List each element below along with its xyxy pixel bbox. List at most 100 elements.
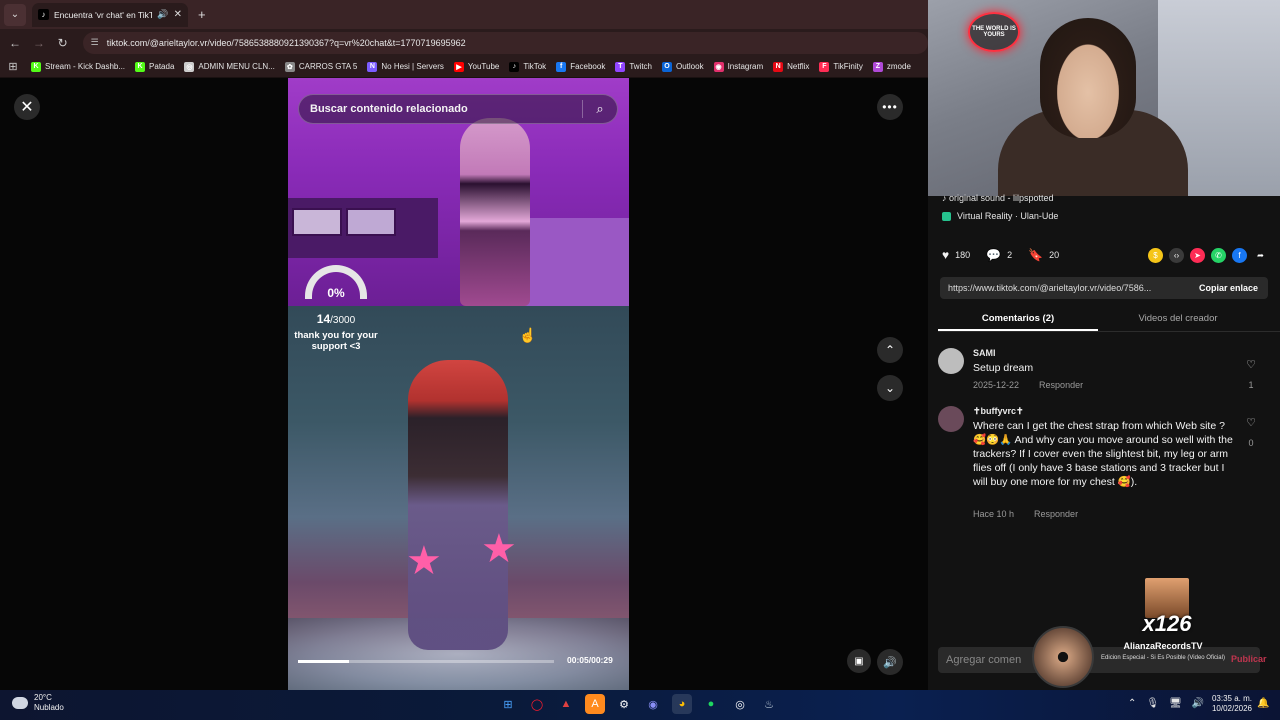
bookmark-item[interactable]: N Netflix (768, 61, 814, 72)
now-playing-disc (1032, 626, 1094, 688)
bookmark-item[interactable]: N No Hesi | Servers (362, 61, 449, 72)
whatsapp-icon[interactable]: ✆ (1211, 247, 1226, 263)
avatar[interactable] (938, 348, 964, 374)
send-icon[interactable]: ➤ (1190, 247, 1205, 263)
network-icon[interactable]: 🖥 (1169, 698, 1182, 709)
spotify-icon[interactable]: ● (701, 694, 721, 714)
chrome-icon[interactable]: ◕ (672, 694, 692, 714)
settings-icon[interactable]: ⚙ (614, 694, 634, 714)
bookmark-item[interactable]: f Facebook (551, 61, 610, 72)
forward-button[interactable]: → (27, 36, 51, 50)
video-monitor (346, 208, 396, 236)
audio-playing-icon[interactable]: 🔊 (157, 9, 168, 20)
speaker-icon[interactable]: 🔊 (1192, 698, 1204, 709)
steam-icon[interactable]: ♨ (759, 694, 779, 714)
bookmark-item[interactable]: ▶ YouTube (449, 61, 504, 72)
comment-meta: 2025-12-22 Responder (973, 380, 1083, 390)
weather-widget[interactable]: 20°C Nublado (12, 693, 64, 713)
bookmark-item[interactable]: ♪ TikTok (504, 61, 551, 72)
microphone-icon[interactable]: 🎙 (1146, 698, 1159, 709)
picture-in-picture-icon[interactable]: ▣ (847, 649, 871, 673)
bookmark-item[interactable]: T Twitch (610, 61, 657, 72)
cloud-icon (12, 697, 28, 709)
new-tab-button[interactable]: + (198, 7, 206, 22)
like-button[interactable]: ♥ 180 (942, 248, 970, 262)
site-info-icon[interactable]: ☰ (91, 37, 99, 48)
now-playing-song: Edicion Especial - Si Es Posible (Video … (1101, 655, 1225, 661)
comment-like-icon[interactable]: ♡ (1244, 416, 1258, 429)
opera-icon[interactable]: ◯ (527, 694, 547, 714)
previous-video-button[interactable]: ⌃ (877, 337, 903, 363)
tiktok-favicon-icon: ♪ (38, 9, 49, 20)
comment-author[interactable]: SAMI (973, 348, 996, 358)
bookmark-label: CARROS GTA 5 (298, 62, 358, 71)
back-button[interactable]: ← (3, 36, 27, 50)
reply-button[interactable]: Responder (1039, 380, 1083, 390)
bookmark-item[interactable]: K Stream - Kick Dashb... (26, 61, 130, 72)
bookmark-label: Facebook (570, 62, 606, 71)
bookmark-label: No Hesi | Servers (381, 62, 444, 71)
bookmark-favicon-icon: f (556, 61, 567, 72)
apps-grid-icon[interactable]: ⊞ (0, 60, 26, 73)
location-tag[interactable]: Virtual Reality · Ulan-Ude (942, 211, 1058, 221)
bookmark-item[interactable]: ◎ ADMIN MENU CLN... (179, 61, 279, 72)
bookmark-item[interactable]: K Patada (130, 61, 179, 72)
notification-bell-icon[interactable]: 🔔 (1257, 698, 1269, 709)
coin-icon[interactable]: $ (1148, 247, 1163, 263)
share-icons: $ ‹› ➤ ✆ f ➦ (1148, 247, 1268, 263)
comment-button[interactable]: 💬 2 (986, 248, 1012, 262)
bookmark-label: TikFinity (833, 62, 863, 71)
volume-icon[interactable]: 🔊 (877, 649, 903, 675)
browser-tab[interactable]: ♪ Encuentra 'vr chat' en TikTok 🔊 ✕ (32, 2, 188, 27)
app-icon[interactable]: A (585, 694, 605, 714)
bookmark-favicon-icon: ♪ (509, 61, 520, 72)
sound-info[interactable]: ♪ original sound - lilpspotted (942, 193, 1054, 203)
webcam-overlay: THE WORLD IS YOURS (928, 0, 1280, 196)
chevron-up-icon[interactable]: ⌃ (1128, 698, 1136, 709)
bookmark-favicon-icon: T (615, 61, 626, 72)
embed-icon[interactable]: ‹› (1169, 247, 1184, 263)
comment-like-icon[interactable]: ♡ (1244, 358, 1258, 371)
copy-link-button[interactable]: Copiar enlace (1189, 283, 1268, 293)
reload-button[interactable]: ↻ (51, 36, 75, 50)
video-progress-bar[interactable] (298, 660, 554, 663)
star-icon: ★ (481, 527, 517, 571)
taskbar-clock[interactable]: 03:35 a. m. 10/02/2026 (1206, 694, 1252, 714)
obs-icon[interactable]: ◎ (730, 694, 750, 714)
comment-author[interactable]: ✝buffyvrc✝ (973, 406, 1024, 417)
more-options-button[interactable]: ••• (877, 94, 903, 120)
bookmark-label: zmode (886, 62, 911, 71)
windows-start-icon[interactable]: ⊞ (498, 694, 518, 714)
bookmark-item[interactable]: O Outlook (657, 61, 709, 72)
facebook-icon[interactable]: f (1232, 247, 1247, 263)
arc-icon[interactable]: ▲ (556, 694, 576, 714)
reply-button[interactable]: Responder (1034, 509, 1078, 519)
post-comment-button[interactable]: Publicar (1231, 654, 1267, 664)
bookmark-item[interactable]: Zzmode (868, 61, 916, 72)
avatar[interactable] (938, 406, 964, 432)
browser-toolbar: ← → ↻ ☰ tiktok.com/@arieltaylor.vr/video… (0, 29, 929, 56)
bookmark-label: Outlook (676, 62, 704, 71)
bookmark-favicon-icon: Z (872, 61, 883, 72)
save-button[interactable]: 🔖 20 (1028, 248, 1059, 262)
bookmark-favicon-icon: N (367, 61, 378, 72)
address-bar[interactable]: ☰ tiktok.com/@arieltaylor.vr/video/75865… (82, 31, 929, 54)
discord-icon[interactable]: ◉ (643, 694, 663, 714)
search-icon[interactable]: ⌕ (583, 101, 617, 117)
close-tab-icon[interactable]: ✕ (174, 9, 182, 20)
tab-comments[interactable]: Comentarios (2) (938, 308, 1098, 331)
bookmark-item[interactable]: F TikFinity (814, 61, 867, 72)
close-video-button[interactable]: ✕ (14, 94, 40, 120)
bookmark-item[interactable]: ✿ CARROS GTA 5 (280, 61, 363, 72)
now-playing-artist: AlianzaRecordsTV (1123, 641, 1203, 651)
tab-list-button[interactable]: ⌄ (4, 3, 26, 26)
bookmark-item[interactable]: ◉ Instagram (709, 61, 769, 72)
bookmark-label: Netflix (787, 62, 810, 71)
share-arrow-icon[interactable]: ➦ (1253, 248, 1268, 263)
next-video-button[interactable]: ⌄ (877, 375, 903, 401)
comment-count: 2 (1007, 250, 1013, 260)
video-time: 00:05/00:29 (567, 655, 613, 665)
video-player[interactable]: ★ ★ Buscar contenido relacionado ⌕ 0% 14… (288, 78, 629, 690)
related-search-bar[interactable]: Buscar contenido relacionado ⌕ (298, 94, 618, 124)
tab-creator-videos[interactable]: Videos del creador (1098, 308, 1258, 331)
